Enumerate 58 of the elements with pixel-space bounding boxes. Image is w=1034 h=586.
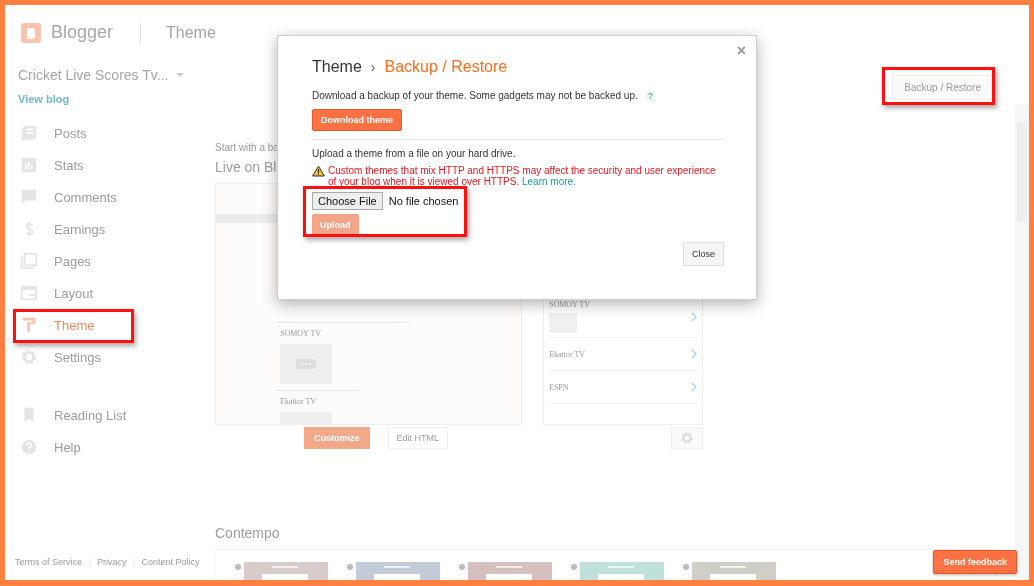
- footer-link[interactable]: Privacy: [97, 557, 127, 567]
- sidebar-item[interactable]: Earnings: [18, 213, 205, 245]
- settings-icon: [20, 348, 38, 366]
- sidebar-item[interactable]: Stats: [18, 149, 205, 181]
- caret-icon[interactable]: [176, 73, 185, 77]
- help-link[interactable]: ?: [645, 91, 655, 101]
- sidebar-item[interactable]: Reading List: [18, 399, 205, 431]
- sidebar-item[interactable]: Theme: [18, 309, 205, 341]
- edit-html-button[interactable]: Edit HTML: [387, 427, 449, 449]
- chevron-right-icon[interactable]: [691, 349, 697, 359]
- section-title: Contempo: [215, 525, 280, 541]
- footer-link[interactable]: Content Policy: [141, 557, 200, 567]
- speech-bubble-icon: [20, 188, 38, 206]
- settings-button[interactable]: [671, 427, 703, 449]
- layout-icon: [20, 284, 38, 302]
- download-theme-button[interactable]: Download theme: [312, 109, 402, 131]
- channel-name: SOMOY TV: [549, 300, 591, 309]
- blog-name[interactable]: Cricket Live Scores Tv...: [18, 67, 169, 83]
- warning-icon: [312, 165, 325, 177]
- section-title: Live on Bl: [215, 159, 277, 175]
- bar-chart-icon: [20, 156, 38, 174]
- posts-icon: [20, 124, 38, 142]
- customize-button[interactable]: Customize: [304, 427, 370, 449]
- more-icon: [296, 359, 316, 369]
- channel-name: Ekattor TV: [280, 397, 318, 406]
- scrollbar[interactable]: [1015, 104, 1029, 578]
- channel-name: SOMOY TV: [280, 329, 323, 338]
- sidebar-item[interactable]: Settings: [18, 341, 205, 373]
- page-title: Theme: [166, 23, 216, 42]
- send-feedback-button[interactable]: Send feedback: [933, 550, 1017, 574]
- breadcrumb-separator: ›: [370, 59, 376, 75]
- file-status: No file chosen: [388, 195, 459, 207]
- chevron-right-icon[interactable]: [691, 311, 697, 322]
- channel-name: Ekattor TV: [549, 349, 586, 359]
- sidebar-item[interactable]: Posts: [18, 117, 205, 149]
- footer-link[interactable]: Terms of Service: [15, 557, 83, 567]
- help-icon: [20, 438, 38, 456]
- breadcrumb-link[interactable]: Theme: [312, 58, 362, 76]
- learn-more-link[interactable]: Learn more.: [522, 176, 576, 187]
- sidebar-item[interactable]: Layout: [18, 277, 205, 309]
- channel-name: ESPN: [549, 382, 569, 392]
- warning-message: Custom themes that mix HTTP and HTTPS may affect the security and user experience of your blog when it is viewed over HTTPS. Learn more.: [328, 165, 717, 187]
- blogger-logo-icon: [21, 22, 41, 43]
- sidebar-item[interactable]: Pages: [18, 245, 205, 277]
- sidebar-item[interactable]: Help: [18, 431, 205, 463]
- view-blog-link[interactable]: View blog: [18, 93, 205, 105]
- download-description: Download a backup of your theme. Some gadgets may not be backed up.: [312, 90, 638, 101]
- chevron-right-icon[interactable]: [691, 382, 697, 392]
- choose-file-button[interactable]: Choose File: [312, 192, 383, 210]
- gear-icon: [680, 431, 694, 445]
- backup-restore-button[interactable]: Backup / Restore: [892, 75, 993, 100]
- close-button[interactable]: Close: [683, 242, 724, 266]
- upload-description: Upload a theme from a file on your hard drive.: [312, 148, 517, 159]
- paint-roller-icon: [20, 316, 38, 334]
- app-name: Blogger: [51, 22, 114, 43]
- dialog-title: Backup / Restore: [384, 58, 508, 76]
- sidebar-item[interactable]: Comments: [18, 181, 205, 213]
- pages-icon: [20, 252, 38, 270]
